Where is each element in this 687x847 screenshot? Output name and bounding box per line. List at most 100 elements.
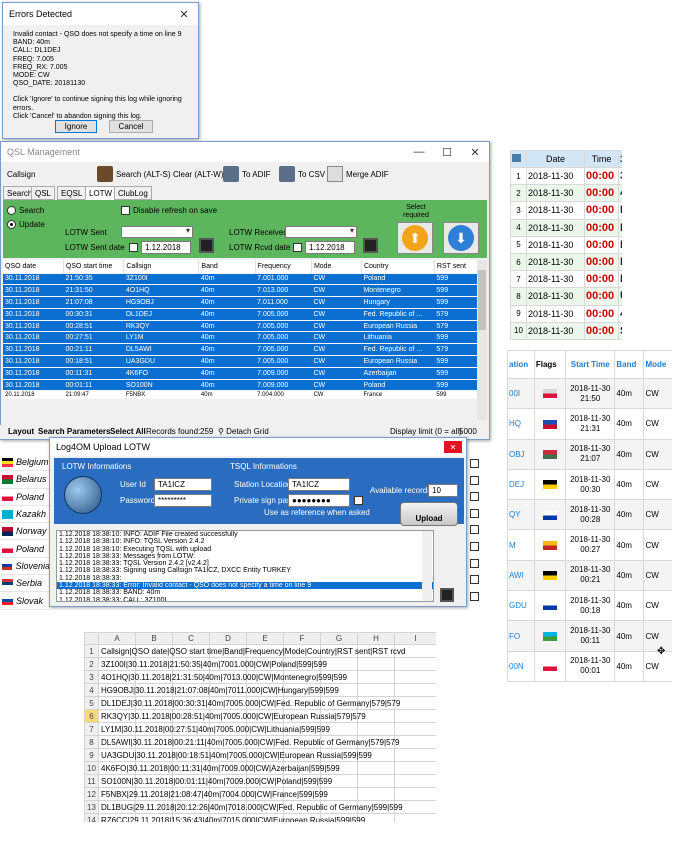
- column-letter[interactable]: E: [246, 632, 284, 645]
- layout-button[interactable]: Layout: [8, 427, 34, 436]
- log-line[interactable]: 1.12.2018 18:38:33: TQSL Version 2.4.2 […: [57, 560, 433, 567]
- log-line[interactable]: 1.12.2018 18:38:33: Error: Invalid conta…: [57, 582, 433, 590]
- cell-a[interactable]: 4K6FO|30.11.2018|00:11:31|40m|7009.000|C…: [98, 761, 340, 775]
- row-checkbox[interactable]: [470, 542, 479, 551]
- column-header[interactable]: Callsign: [123, 260, 200, 273]
- column-header[interactable]: Mode: [311, 260, 362, 273]
- upload-button[interactable]: Upload: [400, 502, 458, 526]
- cell-a[interactable]: DL1BUG|29.11.2018|20:12:26|40m|7018.000|…: [98, 800, 403, 814]
- private-sign-pass-input[interactable]: ●●●●●●●●: [288, 494, 350, 507]
- search-button[interactable]: Search (ALT-S): [97, 166, 171, 182]
- search-radio[interactable]: [7, 206, 16, 215]
- table-row[interactable]: 4 HG9OBJ|30.11.2018|21:07:08|40m|7011.000…: [84, 683, 436, 697]
- column-header[interactable]: QSO date: [3, 260, 64, 273]
- cell-a[interactable]: DL1DEJ|30.11.2018|00:30:31|40m|7005.000|…: [98, 696, 400, 710]
- empty-cell[interactable]: [357, 670, 395, 684]
- ignore-button[interactable]: Ignore: [55, 120, 97, 133]
- table-row[interactable]: 30.11.2018 21:50:35 3Z100I 40m 7.001.000 CW Po…: [3, 272, 485, 285]
- list-item[interactable]: Slovak: [0, 592, 50, 610]
- table-row[interactable]: 10 4K6FO|30.11.2018|00:11:31|40m|7009.000…: [84, 761, 436, 775]
- empty-cell[interactable]: [394, 761, 436, 775]
- row-number[interactable]: 10: [84, 761, 99, 775]
- table-row[interactable]: OBJ2018-11-30 21:0740mCW59 59: [507, 438, 672, 470]
- list-item[interactable]: Kazakh: [0, 506, 50, 524]
- empty-cell[interactable]: [394, 683, 436, 697]
- row-checkbox[interactable]: [470, 558, 479, 568]
- close-icon[interactable]: ✕: [170, 3, 198, 25]
- table-row[interactable]: 72018-11-3000:00D: [510, 270, 622, 289]
- scrollbar-thumb[interactable]: [478, 270, 486, 330]
- table-row[interactable]: 92018-11-3000:004K: [510, 304, 622, 323]
- close-icon[interactable]: ✕: [461, 142, 489, 163]
- lotw-received-combo[interactable]: [285, 226, 357, 238]
- row-checkbox[interactable]: [470, 492, 479, 502]
- search-parameters-button[interactable]: Search Parameters: [38, 427, 111, 436]
- reference-checkbox[interactable]: [354, 496, 363, 505]
- column-letter[interactable]: F: [283, 632, 321, 645]
- row-number[interactable]: 7: [84, 722, 99, 736]
- table-row[interactable]: 30.11.2018 21:07:08 HG9OBJ 40m 7.011.000 CW Hu…: [3, 296, 485, 309]
- column-header[interactable]: QSO start time: [63, 260, 125, 273]
- log-line[interactable]: 1.12.2018 18:38:10: INFO: TQSL Version 2…: [57, 538, 433, 545]
- row-number[interactable]: 2: [84, 657, 99, 671]
- table-row[interactable]: 2 3Z100I|30.11.2018|21:50:35|40m|7001.000…: [84, 657, 436, 671]
- display-limit-value[interactable]: 5000: [459, 427, 477, 436]
- log-line[interactable]: 1.12.2018 18:38:10: Executing TQSL with …: [57, 546, 433, 553]
- cancel-button[interactable]: Cancel: [109, 120, 153, 133]
- list-item[interactable]: Serbia: [0, 575, 50, 593]
- select-down-button[interactable]: ⬇: [443, 222, 479, 254]
- corner-cell[interactable]: [84, 632, 99, 645]
- table-row[interactable]: 62018-11-3000:00LY: [510, 252, 622, 272]
- cell-a[interactable]: RK3QY|30.11.2018|00:28:51|40m|7005.000|C…: [98, 709, 366, 723]
- cell-a[interactable]: SO100N|30.11.2018|00:01:11|40m|7009.000|…: [98, 774, 332, 788]
- table-row[interactable]: 82018-11-3000:00U: [510, 287, 622, 306]
- row-checkbox[interactable]: [470, 475, 479, 485]
- empty-cell[interactable]: [394, 748, 436, 762]
- empty-cell[interactable]: [357, 722, 395, 736]
- table-row[interactable]: 22018-11-3000:004O: [510, 184, 622, 203]
- tab-clublog[interactable]: ClubLog: [114, 186, 152, 200]
- table-row[interactable]: 30.11.2018 00:28:51 RK3QY 40m 7.005.000 CW Eur…: [3, 319, 485, 332]
- rcvd-date-checkbox[interactable]: [293, 243, 302, 252]
- close-icon[interactable]: ✕: [444, 441, 462, 453]
- cell-a[interactable]: 4O1HQ|30.11.2018|21:31:50|40m|7013.000|C…: [98, 670, 347, 684]
- grid-scrollbar[interactable]: [477, 260, 487, 420]
- save-disk-icon[interactable]: [363, 238, 378, 253]
- to-csv-button[interactable]: To CSV: [279, 166, 325, 182]
- table-row[interactable]: 00N2018-11-30 00:0140mCW59 59: [507, 650, 672, 682]
- table-row[interactable]: 7 LY1M|30.11.2018|00:27:51|40m|7005.000|C…: [84, 722, 436, 736]
- list-item[interactable]: Belgium: [0, 454, 50, 472]
- column-header[interactable]: Band: [198, 260, 256, 273]
- column-letter[interactable]: D: [209, 632, 247, 645]
- empty-cell[interactable]: [394, 735, 436, 749]
- row-number[interactable]: 11: [84, 774, 99, 788]
- list-item[interactable]: Poland: [0, 489, 50, 506]
- column-letter[interactable]: C: [172, 632, 210, 645]
- save-disk-icon[interactable]: [199, 238, 214, 253]
- row-number[interactable]: 1: [84, 644, 99, 658]
- table-row[interactable]: 30.11.2018 00:21:11 DL5AWI 40m 7.005.000 CW Fe…: [3, 343, 485, 356]
- column-letter[interactable]: I: [394, 632, 436, 645]
- table-row[interactable]: DEJ2018-11-30 00:3040mCW57 57: [507, 468, 672, 501]
- column-header[interactable]: Frequency: [255, 260, 312, 273]
- table-row[interactable]: 1 Callsign|QSO date|QSO start time|Band|F…: [84, 644, 436, 658]
- cell-a[interactable]: Callsign|QSO date|QSO start time|Band|Fr…: [98, 644, 405, 658]
- row-checkbox[interactable]: [470, 525, 479, 535]
- row-number[interactable]: 14: [84, 813, 99, 822]
- cell-a[interactable]: DL5AWI|30.11.2018|00:21:11|40m|7005.000|…: [98, 735, 399, 749]
- maximize-icon[interactable]: ☐: [433, 142, 461, 163]
- list-item[interactable]: Norway: [0, 523, 50, 541]
- cell-a[interactable]: LY1M|30.11.2018|00:27:51|40m|7005.000|CW…: [98, 722, 330, 736]
- table-row[interactable]: 12018-11-3000:003Z: [510, 166, 622, 186]
- table-row[interactable]: M2018-11-30 00:2740mCW59 59: [507, 529, 672, 561]
- detach-grid-button[interactable]: ⚲ Detach Grid: [218, 427, 269, 436]
- empty-cell[interactable]: [394, 709, 436, 723]
- empty-cell[interactable]: [394, 670, 436, 684]
- cell-a[interactable]: 3Z100I|30.11.2018|21:50:35|40m|7001.000|…: [98, 657, 327, 671]
- log-line[interactable]: 1.12.2018 18:38:33:: [57, 575, 433, 582]
- log-line[interactable]: 1.12.2018 18:38:33: Signing using Callsi…: [57, 567, 433, 574]
- table-row[interactable]: 6 RK3QY|30.11.2018|00:28:51|40m|7005.000|…: [84, 709, 436, 723]
- row-checkbox[interactable]: [470, 575, 479, 585]
- rcvd-date-picker[interactable]: 1.12.2018: [305, 241, 355, 254]
- row-checkbox[interactable]: [470, 591, 479, 601]
